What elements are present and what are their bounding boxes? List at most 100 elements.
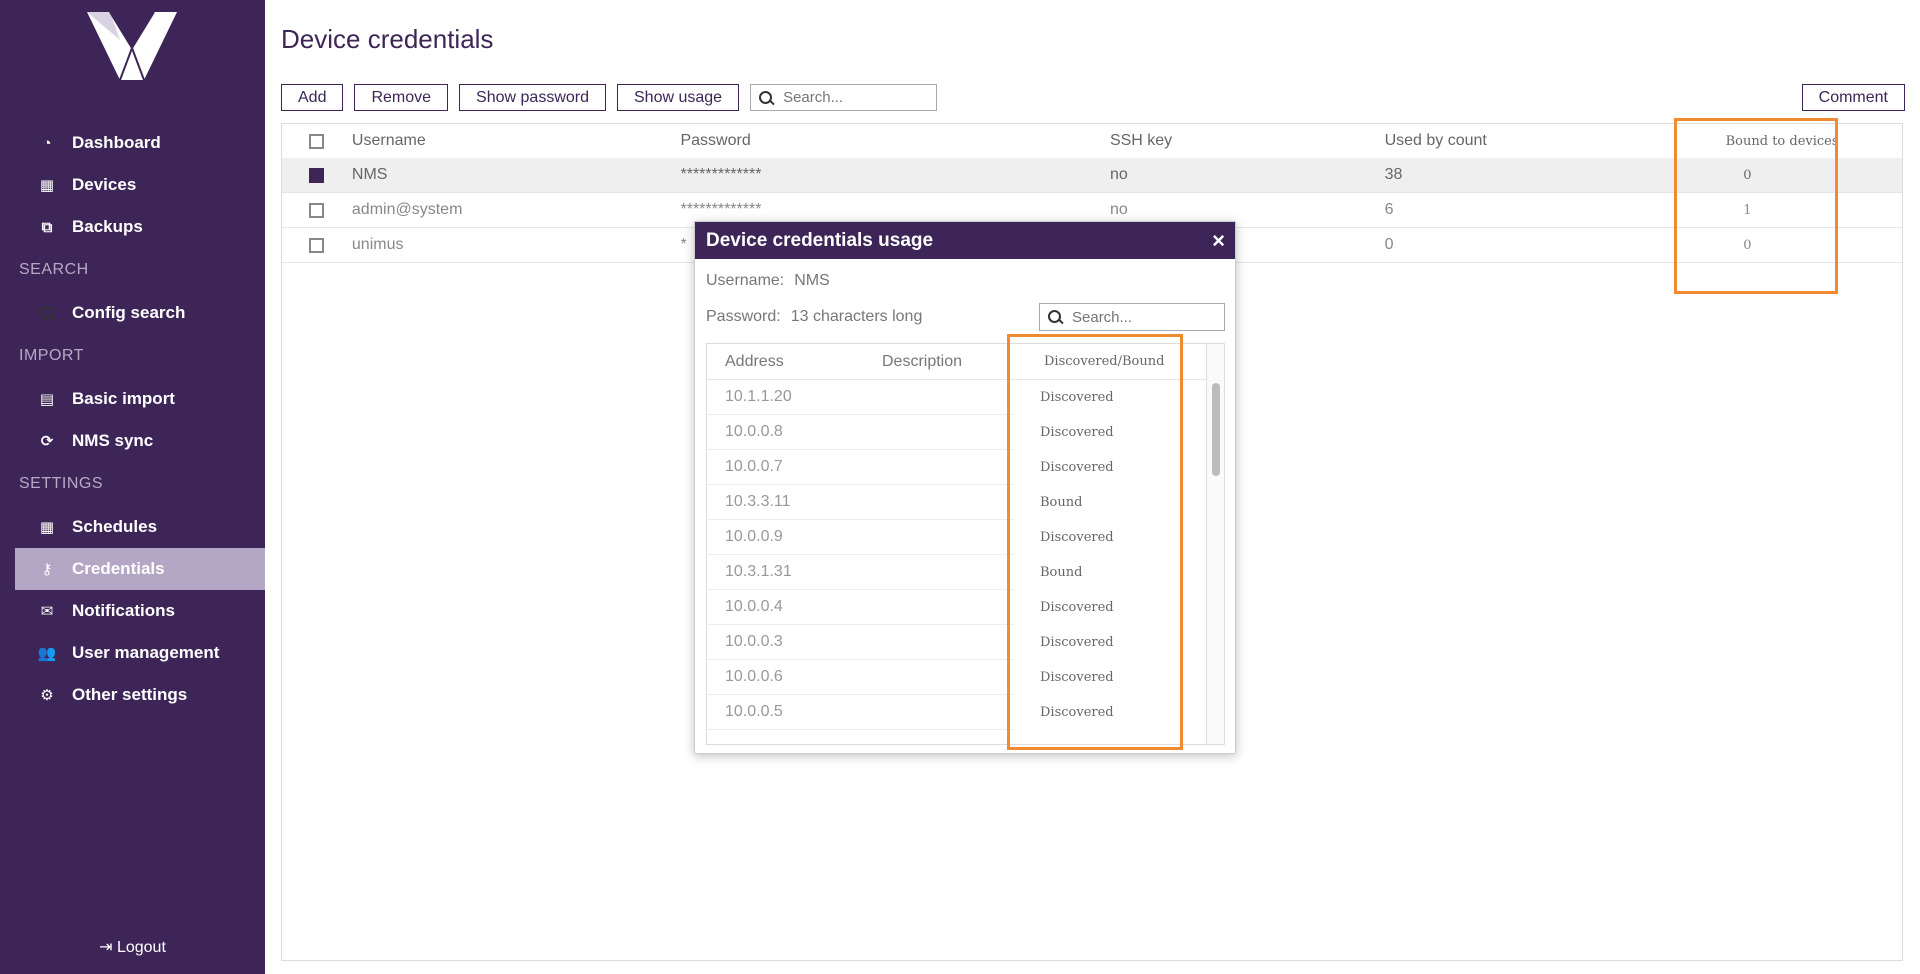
section-settings: SETTINGS [19, 475, 104, 492]
cell-username: unimus [351, 236, 404, 253]
password-value: 13 characters long [790, 308, 923, 325]
row-checkbox[interactable] [309, 237, 325, 253]
cell-description [882, 415, 1014, 450]
cell-description [882, 520, 1014, 555]
sidebar-item-user-management[interactable]: 👥 User management [0, 632, 265, 674]
column-header-description[interactable]: Description [882, 353, 1014, 371]
cell-password: ************* [680, 166, 762, 183]
calendar-icon: ▦ [39, 519, 55, 536]
comment-button[interactable]: Comment [1801, 84, 1905, 111]
usage-table-scrollbar[interactable] [1206, 344, 1224, 744]
column-header-used-by-count[interactable]: Used by count [1385, 132, 1703, 150]
logout-label: Logout [116, 939, 166, 956]
file-icon: ▤ [39, 391, 55, 408]
sidebar-item-notifications[interactable]: ✉ Notifications [0, 590, 265, 632]
users-icon: 👥 [37, 645, 57, 662]
column-header-password[interactable]: Password [680, 132, 1109, 150]
username-value: NMS [794, 272, 830, 289]
sidebar-item-nms-sync[interactable]: ⟳ NMS sync [0, 420, 265, 462]
cell-description [882, 380, 1014, 415]
cell-address: 10.3.1.31 [707, 555, 882, 590]
row-checkbox[interactable] [309, 167, 325, 183]
cell-password: ************* [680, 201, 762, 218]
gears-icon: ⚙ [40, 687, 54, 704]
show-password-button[interactable]: Show password [459, 84, 606, 111]
page-title: Device credentials [281, 24, 494, 54]
remove-button[interactable]: Remove [354, 84, 449, 111]
section-search: SEARCH [19, 261, 89, 278]
close-icon[interactable]: × [1212, 228, 1225, 254]
toolbar: Add Remove Show password Show usage [281, 84, 938, 111]
backups-icon: ⧉ [41, 218, 53, 236]
dialog-password-line: Password: 13 characters long [706, 308, 922, 326]
sidebar-item-label: User management [72, 643, 220, 662]
discovered-bound-column-highlight [1007, 334, 1183, 750]
logout-icon: ⇥ [99, 939, 113, 956]
devices-icon: ▦ [39, 177, 55, 194]
cell-address: 10.0.0.5 [707, 695, 882, 730]
cell-address: 10.0.0.9 [707, 520, 882, 555]
sidebar-item-label: Dashboard [72, 133, 161, 152]
cell-address: 10.0.0.8 [707, 415, 882, 450]
sidebar-nav: ◔ Dashboard ▦ Devices ⧉ Backups SEARCH C… [0, 122, 265, 716]
sidebar-item-config-search[interactable]: Config search [0, 292, 265, 334]
cell-description [882, 485, 1014, 520]
cell-address: 10.0.0.6 [707, 660, 882, 695]
cell-used-by-count: 6 [1384, 201, 1394, 218]
add-button[interactable]: Add [281, 84, 344, 111]
cell-description [882, 695, 1014, 730]
sidebar-item-label: Other settings [72, 685, 188, 704]
bound-column-highlight [1674, 118, 1838, 294]
sidebar-item-label: Basic import [72, 389, 175, 408]
cell-used-by-count: 0 [1384, 236, 1394, 253]
column-header-ssh-key[interactable]: SSH key [1110, 132, 1385, 150]
cell-username: admin@system [351, 201, 463, 218]
cell-ssh-key: no [1109, 166, 1128, 183]
envelope-icon: ✉ [40, 603, 54, 620]
username-label: Username: [706, 272, 785, 289]
column-header-username[interactable]: Username [352, 132, 681, 150]
cell-address: 10.0.0.4 [707, 590, 882, 625]
section-import: IMPORT [19, 347, 84, 364]
cell-address: 10.0.0.7 [707, 450, 882, 485]
sidebar-item-label: Notifications [72, 601, 175, 620]
sidebar-item-label: Credentials [72, 559, 165, 578]
search-icon [759, 90, 773, 105]
column-header-address[interactable]: Address [707, 353, 882, 371]
search-icon [38, 304, 56, 322]
cell-description [882, 450, 1014, 485]
sidebar-item-basic-import[interactable]: ▤ Basic import [0, 378, 265, 420]
cell-address: 10.3.3.11 [707, 485, 882, 520]
sidebar-item-label: Backups [72, 217, 143, 236]
row-checkbox[interactable] [309, 202, 325, 218]
sidebar-item-label: Schedules [72, 517, 158, 536]
sidebar-item-label: Devices [72, 175, 137, 194]
cell-ssh-key: no [1109, 201, 1128, 218]
unimus-logo [87, 11, 177, 81]
dialog-search-input[interactable] [1072, 308, 1222, 326]
dashboard-icon: ◔ [42, 134, 52, 152]
sidebar-item-label: NMS sync [72, 431, 154, 450]
password-label: Password: [706, 308, 781, 325]
cell-description [882, 625, 1014, 660]
dialog-title: Device credentials usage [706, 229, 934, 251]
sidebar-item-credentials[interactable]: ⚷ Credentials [15, 548, 265, 590]
sidebar-item-devices[interactable]: ▦ Devices [0, 164, 265, 206]
logout-link[interactable]: ⇥ Logout [0, 937, 265, 957]
sidebar-item-dashboard[interactable]: ◔ Dashboard [0, 122, 265, 164]
cell-description [882, 555, 1014, 590]
sync-icon: ⟳ [40, 433, 54, 450]
cell-used-by-count: 38 [1384, 166, 1403, 183]
sidebar-item-other-settings[interactable]: ⚙ Other settings [0, 674, 265, 716]
dialog-username-line: Username: NMS [706, 272, 830, 290]
cell-description [882, 590, 1014, 625]
scrollbar-thumb[interactable] [1212, 383, 1220, 476]
sidebar-item-backups[interactable]: ⧉ Backups [0, 206, 265, 248]
select-all-checkbox[interactable] [309, 133, 325, 149]
sidebar-item-schedules[interactable]: ▦ Schedules [0, 506, 265, 548]
search-field [750, 84, 938, 111]
search-input[interactable] [783, 89, 934, 106]
show-usage-button[interactable]: Show usage [617, 84, 740, 111]
key-icon: ⚷ [41, 561, 53, 578]
table-row[interactable]: NMS ************* no 38 0 [282, 158, 1902, 193]
